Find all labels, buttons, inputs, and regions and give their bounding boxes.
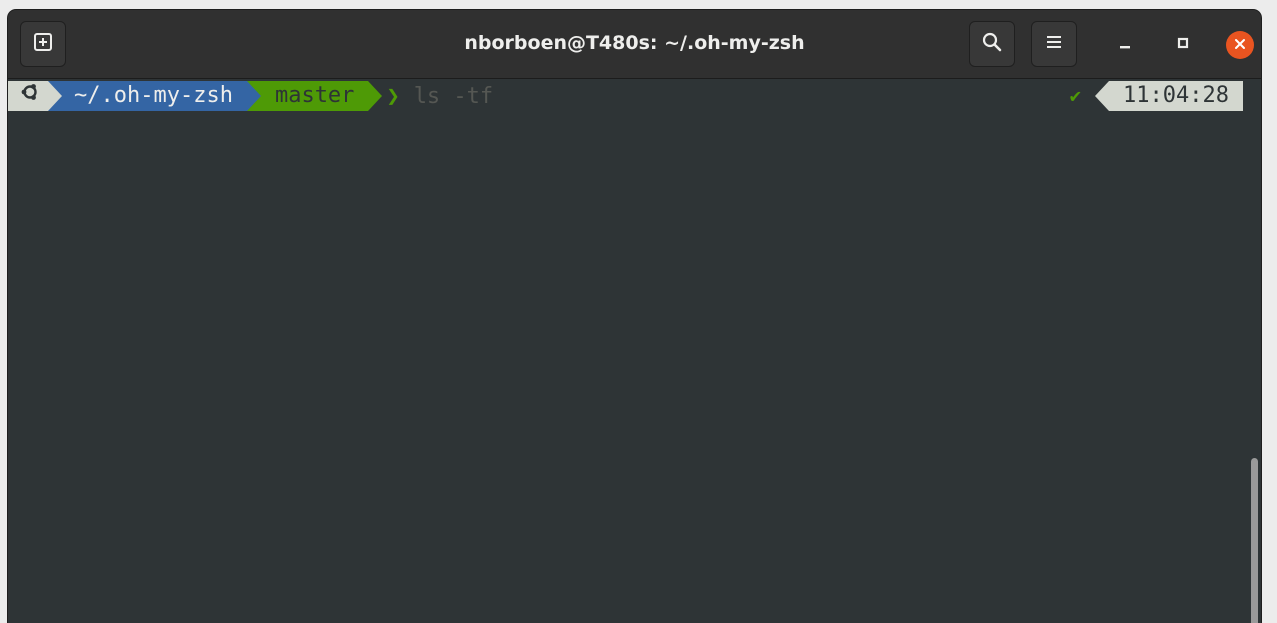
- prompt-directory-segment: ~/.oh-my-zsh: [62, 81, 247, 111]
- prompt-line: ~/.oh-my-zsh master ❯ ls -tf: [8, 81, 1241, 111]
- scrollbar[interactable]: [1247, 79, 1261, 623]
- prompt-time: 11:04:28: [1123, 83, 1229, 108]
- prompt-separator: [48, 81, 62, 111]
- minimize-button[interactable]: [1111, 31, 1139, 59]
- search-icon: [981, 31, 1003, 57]
- headerbar: nborboen@T480s: ~/.oh-my-zsh: [8, 10, 1261, 79]
- terminal-window: nborboen@T480s: ~/.oh-my-zsh ~/.oh-my-zs…: [8, 10, 1261, 623]
- prompt-git-segment: master: [260, 81, 369, 111]
- hamburger-menu-icon: [1044, 32, 1064, 56]
- close-icon: [1233, 36, 1247, 55]
- right-prompt: ✔ 11:04:28: [1070, 81, 1243, 111]
- prompt-char: ❯: [386, 83, 400, 109]
- terminal-area[interactable]: ~/.oh-my-zsh master ❯ ls -tf ✔ 11:04:28: [8, 79, 1261, 623]
- maximize-button[interactable]: [1169, 31, 1197, 59]
- close-button-circle: [1226, 31, 1254, 59]
- prompt-separator: [246, 81, 261, 111]
- prompt-directory: ~/.oh-my-zsh: [74, 83, 233, 108]
- scrollbar-thumb[interactable]: [1251, 458, 1258, 623]
- prompt-git-branch: master: [274, 83, 355, 108]
- status-ok-icon: ✔: [1069, 85, 1082, 107]
- menu-button[interactable]: [1031, 21, 1077, 67]
- prompt-context-segment: [8, 81, 48, 111]
- prompt-separator: [1095, 81, 1110, 111]
- ubuntu-logo-icon: [20, 81, 40, 111]
- close-button[interactable]: [1226, 31, 1254, 59]
- prompt-time-segment: 11:04:28: [1109, 81, 1243, 111]
- minimize-icon: [1117, 35, 1133, 55]
- search-button[interactable]: [969, 21, 1015, 67]
- maximize-icon: [1175, 35, 1191, 55]
- prompt-separator: [368, 81, 383, 111]
- prompt-command: ls -tf: [413, 83, 494, 109]
